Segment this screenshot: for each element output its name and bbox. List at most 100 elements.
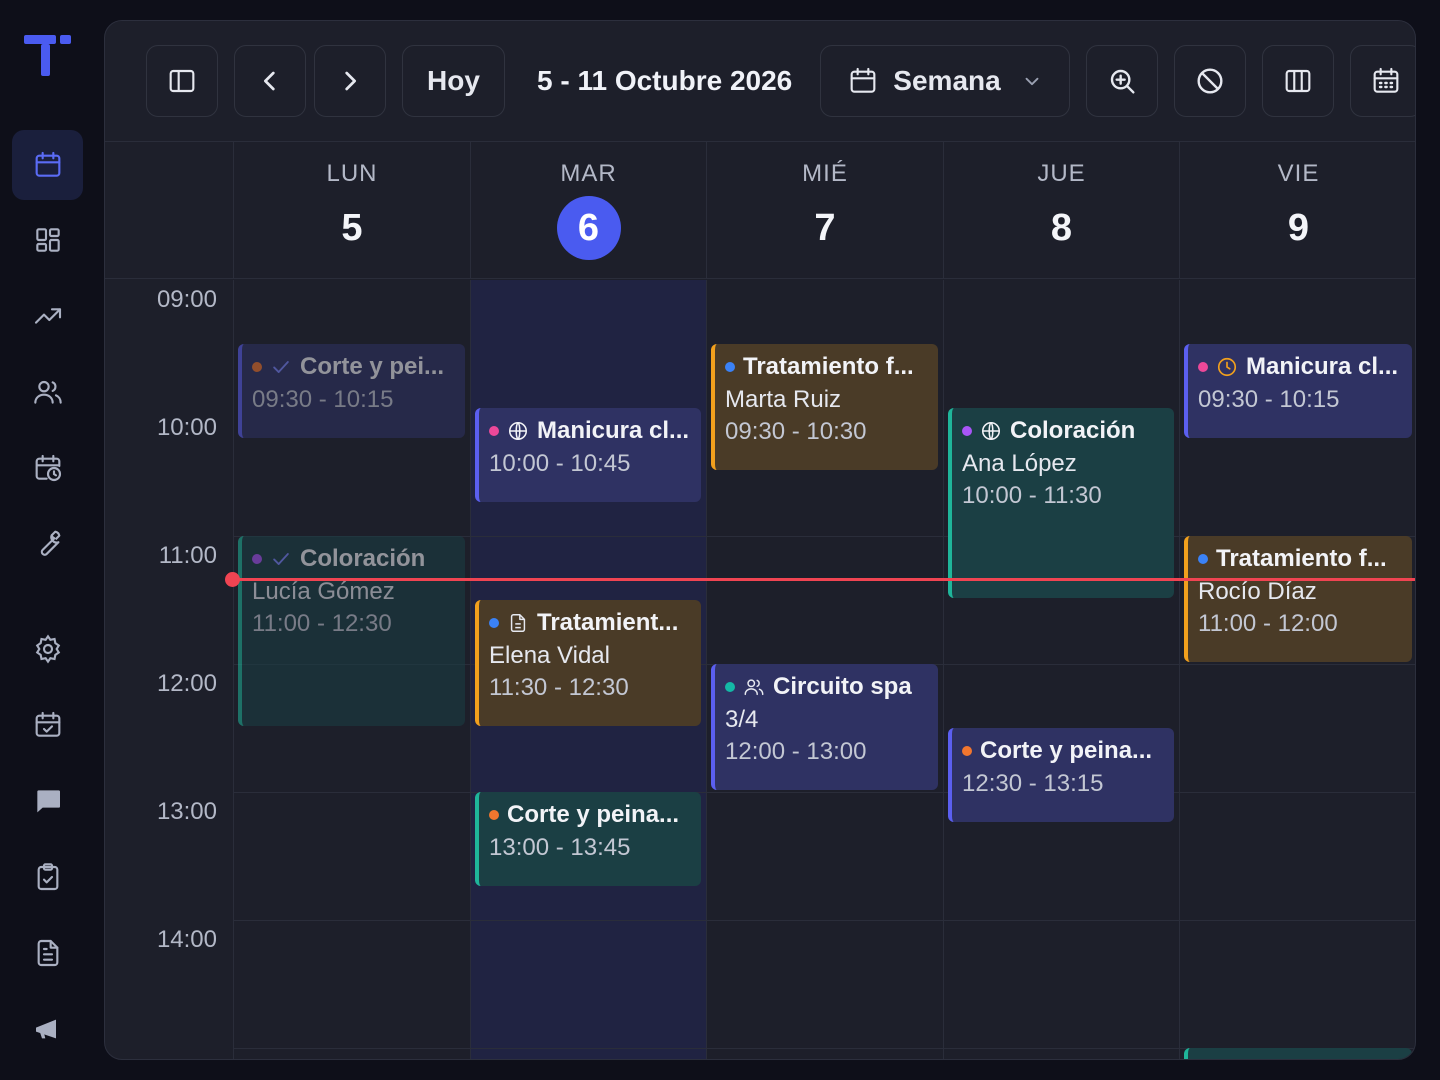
appointment-time: 11:30 - 12:30: [489, 674, 629, 701]
appointment-card[interactable]: Corte y peina... 13:00 - 13:45: [475, 792, 701, 886]
appointment-card[interactable]: Tratamiento f... Marta Ruiz 09:30 - 10:3…: [711, 344, 938, 470]
nav-bookings[interactable]: [12, 690, 83, 760]
day-of-week: MAR: [560, 160, 617, 187]
appointment-card[interactable]: Tratamient... Elena Vidal 11:30 - 12:30: [475, 600, 701, 726]
status-dot: [962, 426, 972, 436]
appointment-card[interactable]: Circuito spa 3/4 12:00 - 13:00: [711, 664, 938, 790]
time-grid: 09:00 10:00 11:00 12:00 13:00 14:00 Cort…: [105, 280, 1415, 1059]
day-header-thu[interactable]: JUE 8: [943, 142, 1179, 279]
nav-documents[interactable]: [12, 918, 83, 988]
nav-dashboard[interactable]: [12, 205, 83, 275]
client-name: Marta Ruiz: [725, 386, 842, 413]
group-icon: [744, 679, 764, 696]
sidebar-icon: [169, 69, 195, 93]
client-name: Ana López: [962, 450, 1077, 477]
appointment-card[interactable]: Corte y peina... 12:30 - 13:15: [948, 728, 1174, 822]
nav-marketing[interactable]: [12, 994, 83, 1064]
toolbar: Hoy 5 - 11 Octubre 2026 Semana: [105, 21, 1415, 142]
clock-icon: [1217, 357, 1237, 377]
appointment-title: Circuito spa: [773, 673, 912, 700]
status-dot: [1198, 362, 1208, 372]
globe-icon: [508, 421, 528, 441]
nav-tasks[interactable]: [12, 842, 83, 912]
note-icon: [510, 614, 526, 632]
day-header-mon[interactable]: LUN 5: [233, 142, 470, 279]
side-rail: [0, 0, 96, 1080]
appointment-time: 09:30 - 10:30: [725, 418, 867, 445]
appointment-time: 11:00 - 12:30: [252, 610, 392, 637]
nav-schedule[interactable]: [12, 433, 83, 503]
hour-label: 11:00: [158, 542, 217, 569]
columns-view-button[interactable]: [1262, 45, 1334, 117]
appointment-card[interactable]: Coloración Ana López 10:00 - 11:30: [948, 408, 1174, 598]
status-dot: [725, 682, 735, 692]
appointment-card[interactable]: [1184, 1048, 1412, 1059]
hour-label: 12:00: [156, 670, 217, 697]
clipboard-check-icon: [37, 863, 58, 891]
gear-icon: [35, 634, 60, 664]
day-of-week: LUN: [326, 160, 378, 187]
appointment-title: Manicura cl...: [537, 417, 690, 444]
appointment-card[interactable]: Manicura cl... 09:30 - 10:15: [1184, 344, 1412, 438]
zoom-in-icon: [1110, 69, 1135, 94]
appointment-title: Coloración: [1010, 417, 1136, 444]
nav-tools[interactable]: [12, 508, 83, 578]
nav-analytics[interactable]: [12, 281, 83, 351]
day-header-wed[interactable]: MIÉ 7: [706, 142, 943, 279]
appointment-card[interactable]: Corte y pei... 09:30 - 10:15: [238, 344, 465, 438]
appointment-card[interactable]: Coloración Lucía Gómez 11:00 - 12:30: [238, 536, 465, 726]
status-dot: [489, 426, 499, 436]
dashboard-icon: [35, 228, 60, 252]
calendar-icon: [850, 67, 876, 93]
status-dot: [489, 618, 499, 628]
columns-icon: [1285, 69, 1311, 93]
day-header-tue[interactable]: MAR 6: [470, 142, 706, 279]
day-header-fri[interactable]: VIE 9: [1179, 142, 1415, 279]
appointment-time: 12:00 - 13:00: [725, 738, 867, 765]
status-dot: [1198, 554, 1208, 564]
appointment-title: Tratamiento f...: [1216, 545, 1387, 572]
document-icon: [37, 939, 58, 967]
day-number-today: 6: [556, 196, 621, 260]
calendar-panel: Hoy 5 - 11 Octubre 2026 Semana LUN 5 MAR…: [104, 20, 1416, 1060]
next-week-button[interactable]: [314, 45, 386, 117]
block-time-button[interactable]: [1174, 45, 1246, 117]
calendar-clock-icon: [35, 454, 61, 482]
day-number: 5: [341, 207, 363, 249]
appointment-title: Tratamient...: [537, 609, 679, 636]
appointment-title: Tratamiento f...: [743, 353, 914, 380]
current-time-line: [233, 578, 1415, 581]
appointment-card[interactable]: Tratamiento f... Rocío Díaz 11:00 - 12:0…: [1184, 536, 1412, 662]
nav-calendar[interactable]: [12, 130, 83, 200]
chevron-down-icon: [1025, 77, 1039, 86]
day-number: 8: [1050, 207, 1073, 249]
current-time-dot: [225, 572, 240, 587]
appointment-time: 13:00 - 13:45: [489, 834, 631, 861]
nav-messages[interactable]: [12, 766, 83, 836]
status-dot: [962, 746, 972, 756]
view-select[interactable]: Semana: [820, 45, 1070, 117]
nav-settings[interactable]: [12, 614, 83, 684]
toggle-sidebar-button[interactable]: [146, 45, 218, 117]
day-of-week: JUE: [1037, 160, 1086, 187]
prev-week-button[interactable]: [234, 45, 306, 117]
appointment-time: 09:30 - 10:15: [252, 386, 394, 413]
globe-icon: [981, 421, 1001, 441]
wrench-icon: [40, 530, 60, 556]
zoom-in-button[interactable]: [1086, 45, 1158, 117]
appointment-time: 10:00 - 10:45: [489, 450, 631, 477]
date-range-label: 5 - 11 Octubre 2026: [537, 65, 793, 96]
nav-clients[interactable]: [12, 357, 83, 427]
day-column-thu[interactable]: [943, 280, 1179, 1059]
megaphone-icon: [35, 1019, 56, 1039]
today-button[interactable]: Hoy: [402, 45, 505, 117]
appointment-title: Manicura cl...: [1246, 353, 1399, 380]
chevron-right-icon: [345, 71, 356, 91]
chat-icon: [36, 790, 60, 813]
month-view-button[interactable]: [1350, 45, 1415, 117]
appointment-time: 10:00 - 11:30: [962, 482, 1102, 509]
view-select-label: Semana: [893, 65, 1001, 96]
appointment-card[interactable]: Manicura cl... 10:00 - 10:45: [475, 408, 701, 502]
status-dot: [725, 362, 735, 372]
appointment-title: Corte y peina...: [980, 737, 1153, 764]
